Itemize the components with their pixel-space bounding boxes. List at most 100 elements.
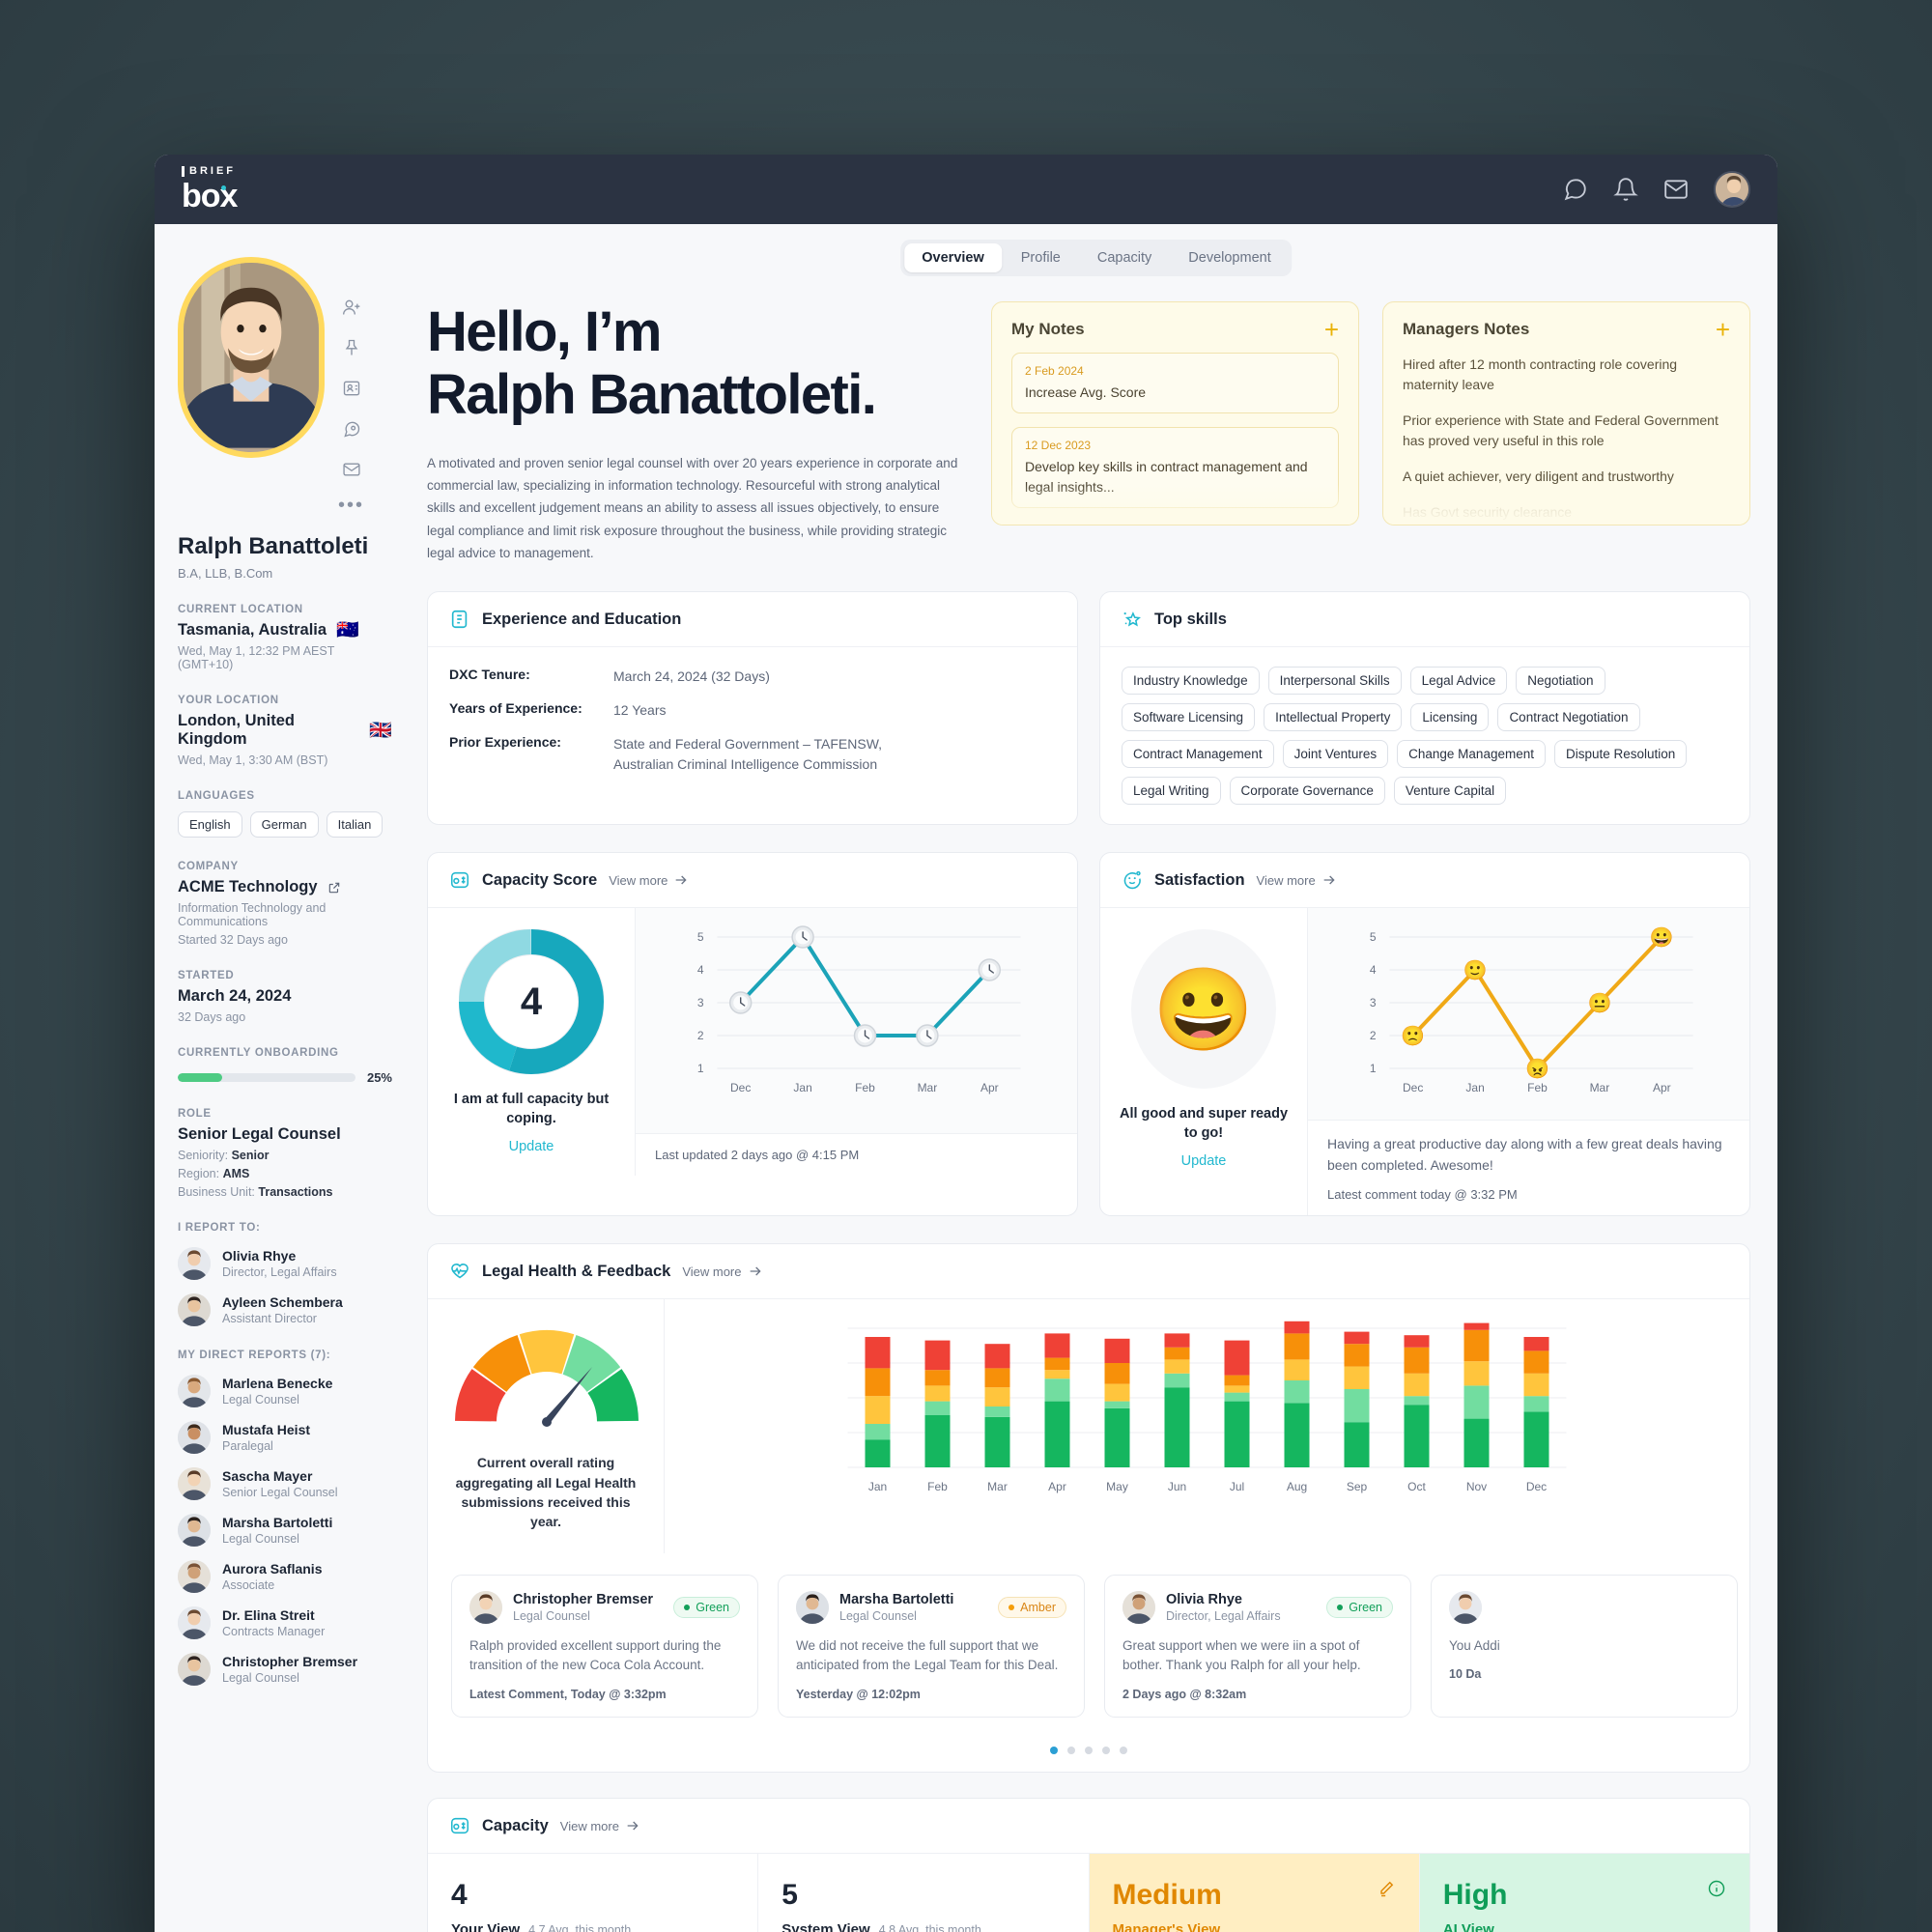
capacity-chart-footer: Last updated 2 days ago @ 4:15 PM	[636, 1132, 1077, 1176]
note-item[interactable]: 2 Feb 2024 Increase Avg. Score	[1011, 353, 1339, 414]
capacity-score-card: Capacity Score View more 4 I am at full …	[427, 852, 1078, 1217]
progress-track	[178, 1073, 355, 1082]
language-chip[interactable]: English	[178, 811, 242, 838]
external-link-icon[interactable]	[327, 881, 341, 895]
person-role: Assistant Director	[222, 1312, 317, 1325]
business-unit-key: Business Unit:	[178, 1185, 255, 1199]
pagination-dot[interactable]	[1102, 1747, 1110, 1755]
skill-chip[interactable]: Change Management	[1397, 740, 1546, 768]
direct-report-item[interactable]: Christopher Bremser Legal Counsel	[178, 1653, 392, 1686]
skill-chip[interactable]: Joint Ventures	[1282, 740, 1389, 768]
onboarding-percent: 25%	[366, 1070, 392, 1085]
language-chip[interactable]: German	[249, 811, 319, 838]
avatar	[178, 1247, 211, 1280]
feedback-cards-row: Christopher Bremser Legal Counsel Green …	[428, 1553, 1749, 1728]
skill-chip[interactable]: Venture Capital	[1393, 777, 1507, 805]
info-icon[interactable]	[1707, 1879, 1726, 1898]
person-role: Director, Legal Affairs	[222, 1265, 337, 1279]
capacity-chart-panel: 1 2 3 4 5 Dec Jan Feb Mar Apr Last updated 2 day…	[636, 908, 1077, 1176]
skill-chip[interactable]: Industry Knowledge	[1122, 667, 1260, 695]
person-name: Marsha Bartoletti	[222, 1515, 333, 1530]
pagination-dot[interactable]	[1067, 1747, 1075, 1755]
capacity-summary-view-more[interactable]: View more	[560, 1818, 640, 1833]
feedback-card[interactable]: You Addi 10 Da	[1431, 1574, 1738, 1719]
feedback-card-header	[1449, 1590, 1719, 1624]
capacity-column: 5 System View 4.8 Avg. this month	[758, 1854, 1090, 1932]
contact-card-icon[interactable]	[342, 379, 361, 398]
tab-profile[interactable]: Profile	[1004, 243, 1078, 272]
skill-chip[interactable]: Contract Negotiation	[1497, 703, 1640, 731]
direct-report-item[interactable]: Marlena Benecke Legal Counsel	[178, 1375, 392, 1407]
pagination-dot[interactable]	[1085, 1747, 1093, 1755]
add-user-icon[interactable]	[342, 298, 361, 317]
report-to-item[interactable]: Olivia Rhye Director, Legal Affairs	[178, 1247, 392, 1280]
skill-chip[interactable]: Licensing	[1410, 703, 1490, 731]
svg-text:Oct: Oct	[1407, 1480, 1426, 1493]
satisfaction-body: 😀 All good and super ready to go! Update…	[1100, 908, 1749, 1216]
direct-report-item[interactable]: Aurora Saflanis Associate	[178, 1560, 392, 1593]
main-content: Overview Profile Capacity Development He…	[415, 224, 1777, 1932]
skill-chip[interactable]: Negotiation	[1516, 667, 1605, 695]
skill-chip[interactable]: Contract Management	[1122, 740, 1274, 768]
satisfaction-view-more[interactable]: View more	[1257, 872, 1337, 888]
logo-box-text: box	[182, 178, 238, 214]
skill-chip[interactable]: Interpersonal Skills	[1267, 667, 1402, 695]
capacity-view-more[interactable]: View more	[609, 872, 689, 888]
skill-chip[interactable]: Corporate Governance	[1229, 777, 1385, 805]
svg-text:😀: 😀	[1650, 926, 1674, 949]
company-row[interactable]: ACME Technology	[178, 878, 392, 896]
language-chip[interactable]: Italian	[326, 811, 384, 838]
feedback-card[interactable]: Olivia Rhye Director, Legal Affairs Gree…	[1104, 1574, 1411, 1719]
add-managers-note-button[interactable]: +	[1716, 317, 1730, 342]
user-avatar[interactable]	[1714, 171, 1750, 208]
tab-overview[interactable]: Overview	[904, 243, 1002, 272]
svg-text:Nov: Nov	[1466, 1480, 1487, 1493]
note-item[interactable]: 12 Dec 2023 Develop key skills in contra…	[1011, 427, 1339, 508]
mail-icon[interactable]	[1663, 177, 1689, 202]
person-name: Sascha Mayer	[222, 1468, 313, 1484]
bell-icon[interactable]	[1613, 177, 1638, 202]
capacity-summary-view-more-label: View more	[559, 1818, 619, 1833]
pagination-dot[interactable]	[1050, 1747, 1058, 1755]
direct-reports-label: MY DIRECT REPORTS (7):	[178, 1350, 331, 1361]
skill-chip[interactable]: Intellectual Property	[1264, 703, 1403, 731]
more-icon[interactable]: •••	[338, 496, 364, 515]
add-note-button[interactable]: +	[1324, 317, 1339, 342]
direct-report-item[interactable]: Sascha Mayer Senior Legal Counsel	[178, 1467, 392, 1500]
pagination-dot[interactable]	[1120, 1747, 1127, 1755]
direct-report-item[interactable]: Mustafa Heist Paralegal	[178, 1421, 392, 1454]
app-logo[interactable]: BRIEF box	[182, 166, 238, 214]
feedback-card[interactable]: Christopher Bremser Legal Counsel Green …	[451, 1574, 758, 1719]
satisfaction-update-link[interactable]: Update	[1114, 1153, 1293, 1169]
report-to-item[interactable]: Ayleen Schembera Assistant Director	[178, 1293, 392, 1326]
my-notes-card: My Notes + 2 Feb 2024 Increase Avg. Scor…	[991, 301, 1359, 526]
edit-icon[interactable]	[1377, 1879, 1396, 1898]
experience-row: Prior Experience: State and Federal Gove…	[449, 734, 1056, 775]
feedback-card[interactable]: Marsha Bartoletti Legal Counsel Amber We…	[778, 1574, 1085, 1719]
capacity-score-header: Capacity Score View more	[428, 853, 1077, 908]
mail-icon[interactable]	[342, 460, 361, 479]
capacity-score-body: 4 I am at full capacity but coping. Upda…	[428, 908, 1077, 1176]
business-unit-value: Transactions	[258, 1185, 333, 1199]
direct-report-item[interactable]: Dr. Elina Streit Contracts Manager	[178, 1606, 392, 1639]
skill-chip[interactable]: Software Licensing	[1122, 703, 1256, 731]
skill-chip[interactable]: Legal Advice	[1409, 667, 1508, 695]
capacity-column: 4 Your View 4.7 Avg. this month	[428, 1854, 759, 1932]
legal-health-gauge	[455, 1330, 639, 1428]
legal-health-view-more[interactable]: View more	[682, 1264, 762, 1279]
skill-chip[interactable]: Legal Writing	[1122, 777, 1221, 805]
chat-icon[interactable]	[1563, 177, 1588, 202]
role-value: Senior Legal Counsel	[178, 1125, 341, 1143]
comment-icon[interactable]	[342, 419, 361, 439]
direct-report-item[interactable]: Marsha Bartoletti Legal Counsel	[178, 1514, 392, 1547]
top-navigation-bar: BRIEF box	[155, 155, 1777, 224]
tab-capacity[interactable]: Capacity	[1080, 243, 1169, 272]
logo-brief-text: BRIEF	[182, 166, 237, 177]
tab-development[interactable]: Development	[1171, 243, 1288, 272]
capacity-update-link[interactable]: Update	[441, 1139, 621, 1154]
feedback-author: Christopher Bremser Legal Counsel	[513, 1592, 653, 1623]
pin-icon[interactable]	[342, 338, 361, 357]
status-badge: Green	[673, 1596, 740, 1618]
svg-text:Jan: Jan	[1465, 1081, 1484, 1094]
skill-chip[interactable]: Dispute Resolution	[1553, 740, 1688, 768]
